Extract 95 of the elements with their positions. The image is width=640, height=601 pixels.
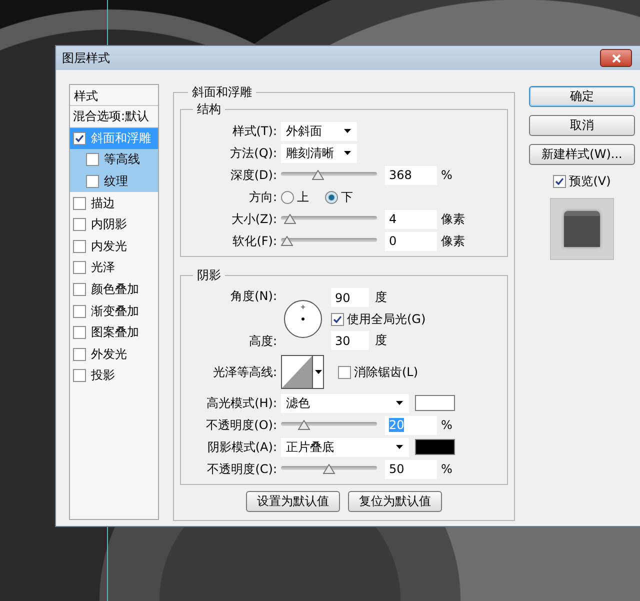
- contour-picker[interactable]: [281, 355, 324, 389]
- checkbox[interactable]: [73, 132, 86, 145]
- dialog-button[interactable]: 取消: [529, 115, 635, 136]
- slider-thumb[interactable]: [281, 236, 293, 246]
- number-field[interactable]: 368: [385, 166, 437, 184]
- anti-alias-checkbox[interactable]: 消除锯齿(L): [338, 364, 418, 380]
- close-button[interactable]: [600, 49, 632, 67]
- number-field[interactable]: 50: [385, 460, 437, 478]
- unit-label: %: [441, 418, 452, 432]
- field-label: 高度:: [248, 333, 278, 350]
- checkbox[interactable]: [86, 153, 99, 166]
- dropdown[interactable]: 雕刻清晰: [281, 144, 357, 162]
- dropdown[interactable]: 正片叠底: [281, 438, 409, 456]
- caret-icon: [396, 401, 403, 405]
- angle-dial-icon[interactable]: [283, 299, 323, 339]
- close-icon: [612, 54, 620, 62]
- dropdown[interactable]: 外斜面: [281, 122, 357, 140]
- checkbox[interactable]: [73, 283, 86, 296]
- slider-thumb[interactable]: [284, 214, 296, 224]
- slider-thumb[interactable]: [323, 464, 335, 474]
- list-header: 样式: [70, 85, 158, 106]
- sidebar-item[interactable]: 图案叠加: [70, 322, 158, 344]
- field-label: 不透明度(C):: [206, 460, 278, 478]
- field-label: 软化(F):: [232, 232, 278, 250]
- field-label: 角度(N):: [230, 288, 278, 305]
- color-swatch[interactable]: [415, 439, 455, 455]
- unit-label: 度: [375, 332, 387, 349]
- color-swatch[interactable]: [415, 395, 455, 411]
- preview-thumbnail: [550, 198, 614, 260]
- default-button[interactable]: 设置为默认值: [246, 491, 340, 512]
- checkbox[interactable]: [73, 304, 86, 318]
- sidebar-item[interactable]: 光泽: [70, 257, 158, 279]
- field-label: 深度(D):: [229, 166, 278, 184]
- caret-icon: [344, 151, 351, 155]
- field-label: 阴影模式(A):: [206, 438, 278, 456]
- contour-dropdown-button[interactable]: [312, 356, 323, 388]
- checkbox[interactable]: [338, 366, 351, 378]
- global-light-checkbox[interactable]: 使用全局光(G): [331, 310, 426, 328]
- caret-icon: [314, 370, 322, 374]
- slider-track[interactable]: [281, 419, 377, 431]
- sidebar-item[interactable]: 投影: [70, 365, 158, 387]
- contour-curve-icon: [282, 356, 312, 388]
- field-label: 光泽等高线:: [212, 364, 278, 380]
- number-field[interactable]: 90: [331, 288, 369, 307]
- slider-track[interactable]: [281, 235, 377, 247]
- section-title: 阴影: [196, 267, 222, 284]
- dialog-button[interactable]: 新建样式(W)...: [529, 144, 635, 165]
- dropdown[interactable]: 滤色: [281, 394, 409, 412]
- caret-icon: [344, 129, 351, 133]
- field-label: 方向:: [248, 188, 278, 206]
- checkbox[interactable]: [73, 326, 86, 340]
- field-label: 样式(T):: [231, 122, 278, 140]
- unit-label: %: [441, 462, 452, 476]
- checkbox[interactable]: [73, 196, 86, 210]
- checkbox[interactable]: [73, 218, 86, 232]
- checkbox[interactable]: [553, 175, 566, 188]
- sidebar-item[interactable]: 纹理: [70, 170, 158, 192]
- sidebar-item[interactable]: 内发光: [70, 236, 158, 258]
- slider-track[interactable]: [281, 213, 377, 225]
- sidebar-item[interactable]: 外发光: [70, 344, 158, 366]
- unit-label: %: [441, 168, 452, 182]
- checkbox[interactable]: [73, 348, 86, 361]
- window-title: 图层样式: [62, 50, 110, 66]
- field-label: 不透明度(O):: [205, 416, 278, 434]
- preview-checkbox[interactable]: 预览(V): [529, 173, 635, 190]
- radio-option[interactable]: 下: [325, 188, 353, 206]
- sidebar-item[interactable]: 渐变叠加: [70, 300, 158, 322]
- checkbox[interactable]: [73, 261, 86, 274]
- sidebar-item[interactable]: 等高线: [70, 149, 158, 171]
- sidebar-item[interactable]: 颜色叠加: [70, 278, 158, 300]
- caret-icon: [396, 445, 403, 449]
- checkbox[interactable]: [73, 240, 86, 253]
- dialog-button[interactable]: 确定: [529, 86, 635, 107]
- radio-option[interactable]: 上: [281, 188, 309, 206]
- field-label: 高光模式(H):: [206, 394, 278, 412]
- section-title: 斜面和浮雕: [191, 84, 253, 101]
- field-label: 方法(Q):: [229, 144, 278, 162]
- slider-thumb[interactable]: [312, 170, 324, 180]
- number-field[interactable]: 4: [385, 210, 437, 228]
- checkbox[interactable]: [331, 312, 344, 326]
- unit-label: 度: [375, 289, 387, 306]
- number-field[interactable]: 30: [331, 331, 369, 350]
- checkbox[interactable]: [86, 175, 99, 188]
- section-title: 结构: [196, 101, 222, 118]
- default-button[interactable]: 复位为默认值: [348, 491, 442, 512]
- checkbox[interactable]: [73, 369, 86, 382]
- unit-label: 像素: [441, 210, 465, 228]
- unit-label: 像素: [441, 232, 465, 250]
- slider-thumb[interactable]: [298, 420, 310, 430]
- slider-track[interactable]: [281, 169, 377, 181]
- sidebar-item[interactable]: 描边: [70, 192, 158, 214]
- slider-track[interactable]: [281, 463, 377, 475]
- sidebar-item[interactable]: 内阴影: [70, 214, 158, 236]
- number-field[interactable]: 0: [385, 232, 437, 250]
- field-label: 大小(Z):: [230, 210, 278, 228]
